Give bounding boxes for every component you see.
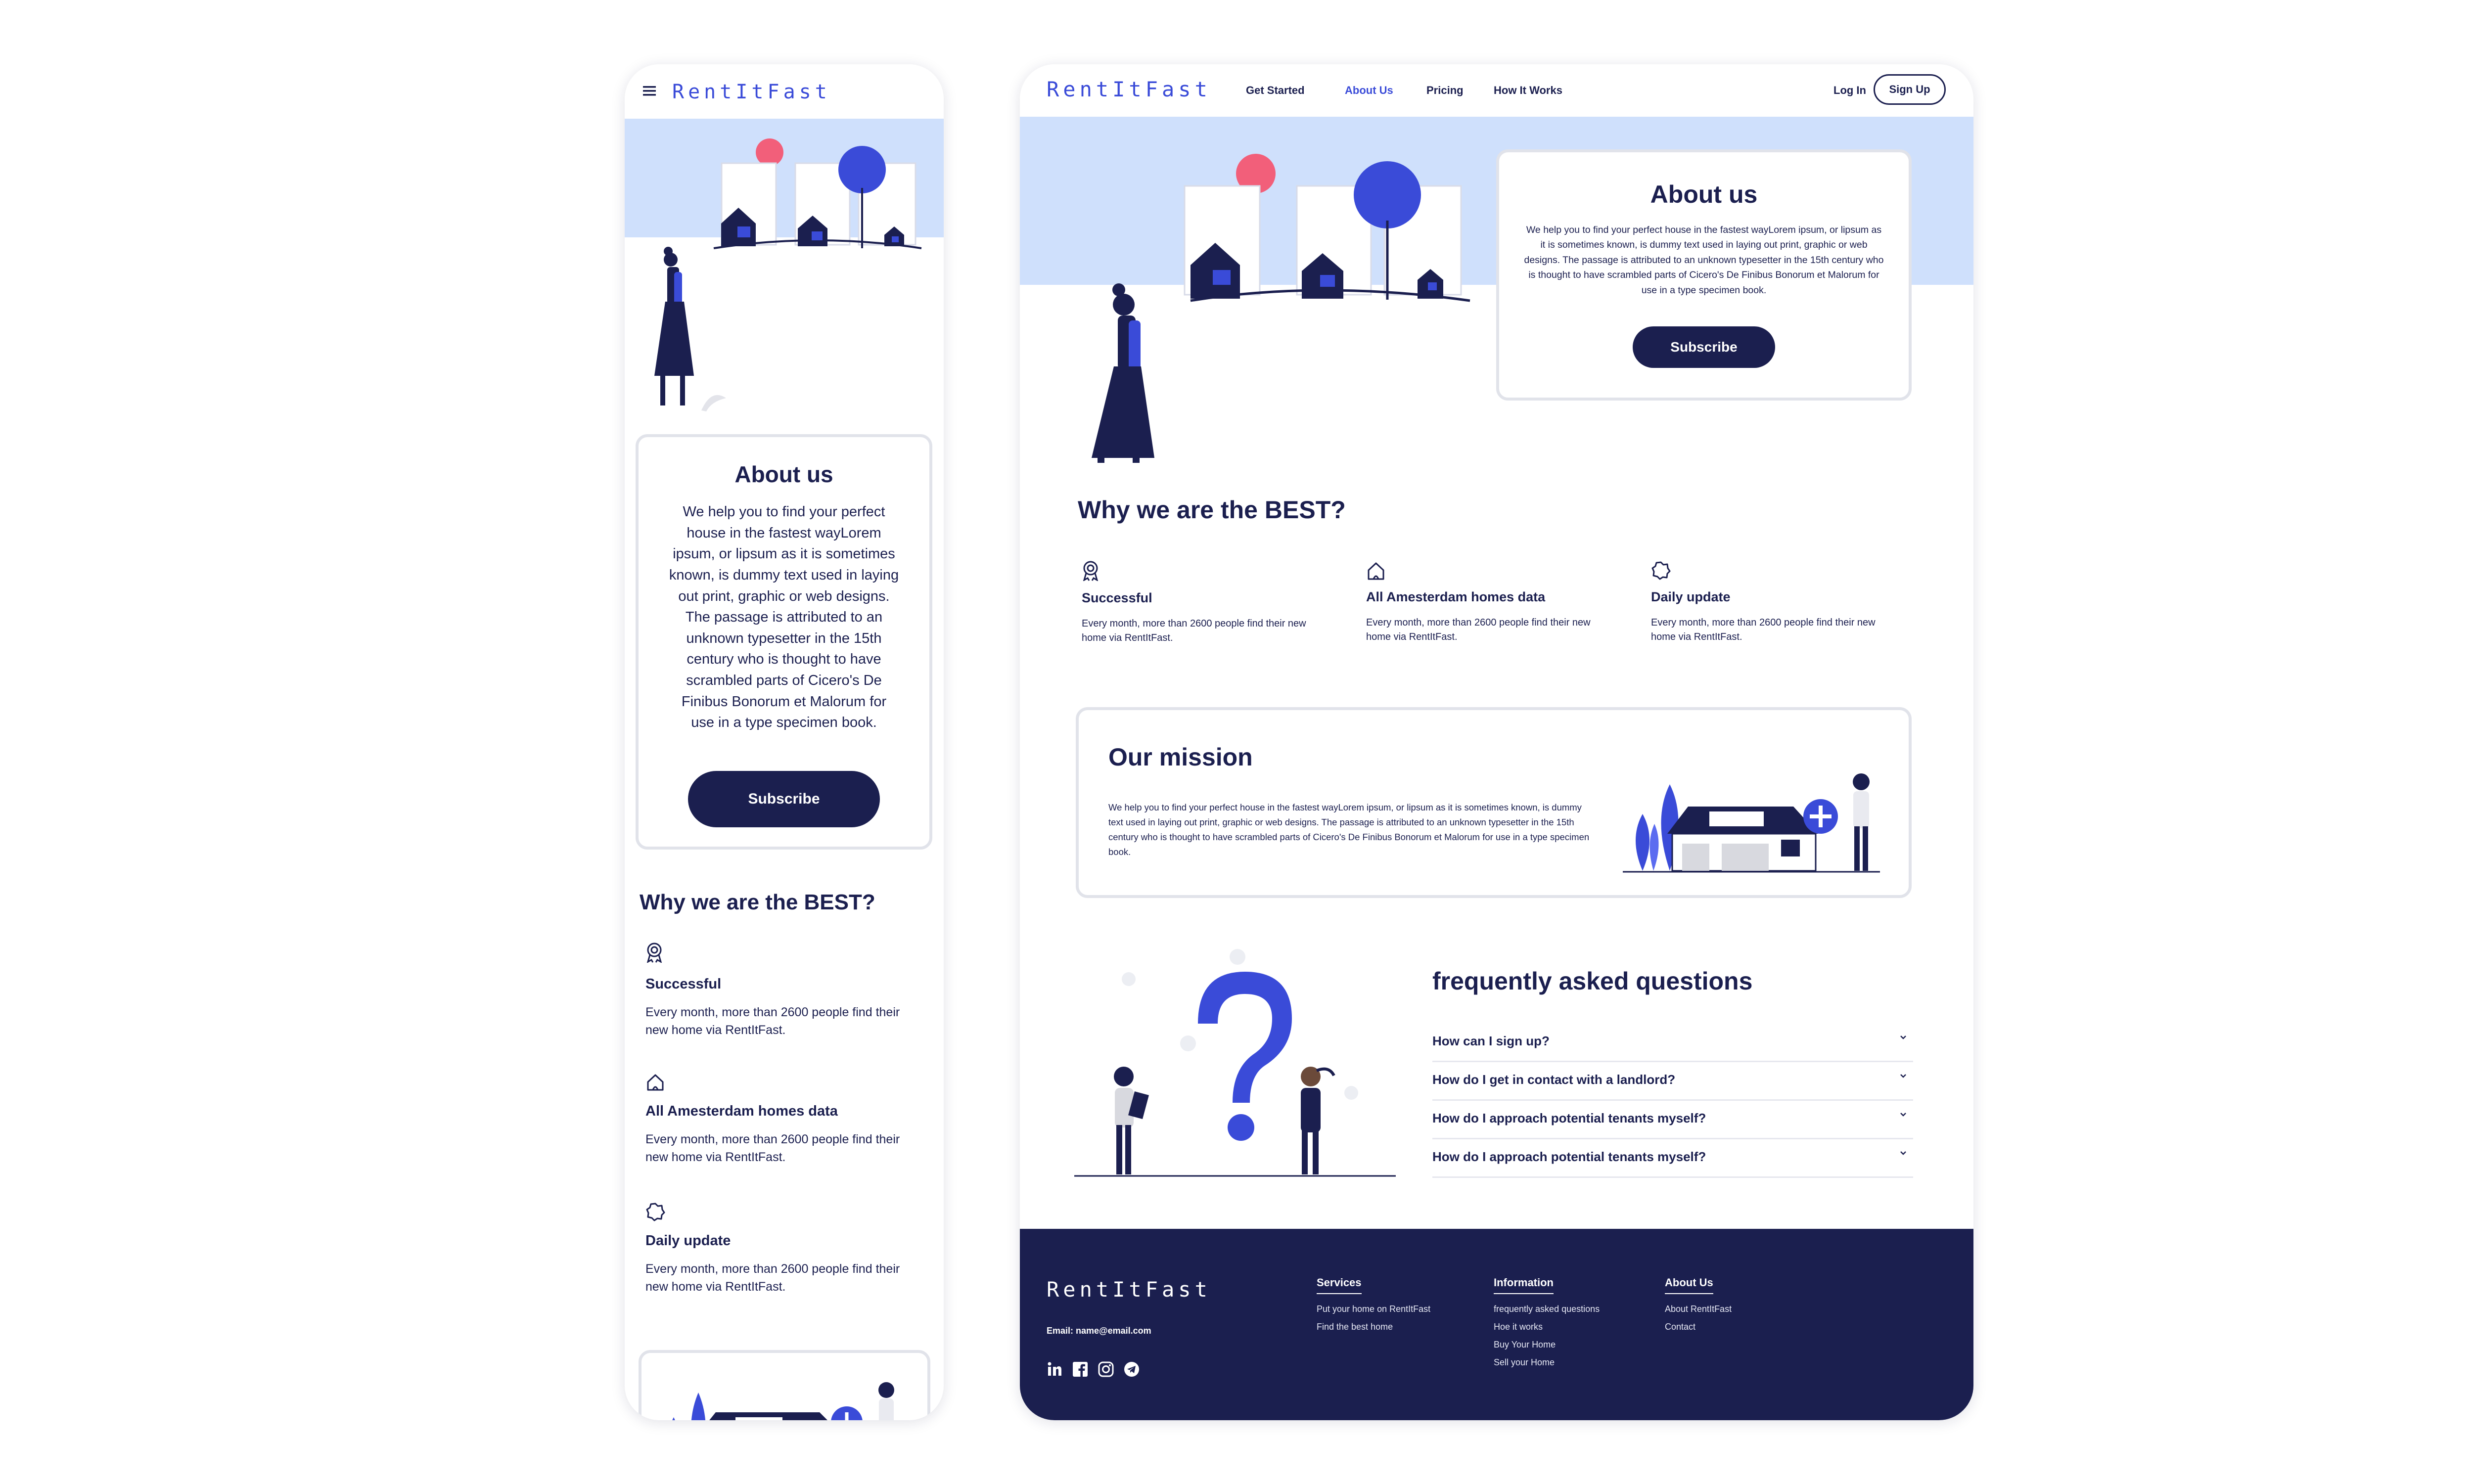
footer-email: Email: name@email.com — [1047, 1326, 1151, 1336]
nav-pricing[interactable]: Pricing — [1426, 84, 1464, 97]
badge-icon — [1651, 561, 1671, 580]
desktop-feature-title: Daily update — [1651, 589, 1731, 604]
mobile-hero-illustration — [654, 138, 922, 411]
login-link[interactable]: Log In — [1833, 84, 1866, 97]
desktop-feature-title: Successful — [1082, 590, 1152, 605]
faq-item[interactable]: How can I sign up? — [1432, 1024, 1913, 1062]
mission-house-illustration — [672, 1382, 894, 1420]
faq-item[interactable]: How do I get in contact with a landlord? — [1432, 1062, 1913, 1101]
mobile-feature-title: Daily update — [645, 1233, 731, 1249]
mobile-feature-2: All Amesterdam homes data Every month, m… — [645, 1072, 922, 1167]
desktop-mission-title: Our mission — [1108, 743, 1253, 771]
award-icon — [646, 943, 662, 964]
mobile-feature-3: Daily update Every month, more than 2600… — [645, 1202, 922, 1296]
desktop-feature-desc: Every month, more than 2600 people find … — [1651, 617, 1876, 642]
desktop-logo[interactable]: RentItFast — [1047, 77, 1211, 101]
facebook-icon[interactable] — [1072, 1361, 1088, 1377]
desktop-feature-2: All Amesterdam homes data Every month, m… — [1366, 560, 1623, 644]
instagram-icon[interactable] — [1098, 1361, 1114, 1377]
footer-link[interactable]: About RentItFast — [1665, 1304, 1732, 1314]
faq-item[interactable]: How do I approach potential tenants myse… — [1432, 1101, 1913, 1139]
footer-link[interactable]: Put your home on RentItFast — [1317, 1304, 1430, 1314]
hamburger-menu-icon[interactable] — [643, 86, 656, 96]
mission-house-illustration — [1623, 773, 1880, 873]
mobile-feature-title: All Amesterdam homes data — [645, 1103, 838, 1119]
mobile-header: RentItFast — [625, 64, 944, 119]
desktop-why-title: Why we are the BEST? — [1078, 496, 1346, 524]
desktop-feature-desc: Every month, more than 2600 people find … — [1366, 617, 1591, 642]
desktop-feature-title: All Amesterdam homes data — [1366, 589, 1546, 604]
nav-about-us[interactable]: About Us — [1345, 84, 1393, 97]
footer: RentItFast Email: name@email.com Service… — [1020, 1229, 1973, 1420]
footer-heading-information: Information — [1494, 1276, 1554, 1294]
chevron-down-icon — [1900, 1113, 1906, 1117]
home-icon — [1368, 562, 1384, 580]
mobile-about-card: About us We help you to find your perfec… — [636, 434, 932, 850]
footer-link[interactable]: Find the best home — [1317, 1322, 1393, 1332]
chevron-down-icon — [1900, 1151, 1906, 1155]
faq-item[interactable]: How do I approach potential tenants myse… — [1432, 1139, 1913, 1178]
chevron-down-icon — [1900, 1074, 1906, 1078]
footer-link[interactable]: Hoe it works — [1494, 1322, 1543, 1332]
mobile-feature-desc: Every month, more than 2600 people find … — [645, 1005, 900, 1037]
footer-heading-services: Services — [1317, 1276, 1362, 1294]
faq-question: How do I approach potential tenants myse… — [1432, 1111, 1706, 1125]
faq-question: How do I approach potential tenants myse… — [1432, 1149, 1706, 1164]
desktop-mission-text: We help you to find your perfect house i… — [1108, 802, 1590, 857]
mobile-about-title: About us — [734, 461, 833, 487]
desktop-frame: RentItFast Get Started About Us Pricing … — [1020, 64, 1973, 1420]
desktop-feature-3: Daily update Every month, more than 2600… — [1651, 560, 1908, 644]
nav-get-started[interactable]: Get Started — [1246, 84, 1305, 97]
signup-button[interactable]: Sign Up — [1874, 74, 1946, 105]
desktop-feature-1: Successful Every month, more than 2600 p… — [1082, 560, 1339, 645]
mobile-feature-1: Successful Every month, more than 2600 p… — [645, 942, 922, 1039]
faq-question: How can I sign up? — [1432, 1034, 1550, 1048]
desktop-hero-illustration — [1092, 154, 1470, 463]
mobile-feature-desc: Every month, more than 2600 people find … — [645, 1132, 900, 1165]
mobile-why-title: Why we are the BEST? — [640, 890, 875, 914]
desktop-about-card: About us We help you to find your perfec… — [1496, 149, 1912, 401]
telegram-icon[interactable] — [1124, 1361, 1140, 1377]
footer-link[interactable]: Contact — [1665, 1322, 1695, 1332]
badge-icon — [646, 1203, 665, 1221]
desktop-about-title: About us — [1650, 180, 1758, 208]
home-icon — [647, 1074, 664, 1091]
chevron-down-icon — [1900, 1035, 1906, 1039]
faq-title: frequently asked questions — [1432, 967, 1753, 995]
linkedin-icon[interactable] — [1047, 1361, 1062, 1377]
desktop-feature-desc: Every month, more than 2600 people find … — [1082, 618, 1306, 643]
footer-heading-about: About Us — [1665, 1276, 1713, 1294]
mobile-about-text: We help you to find your perfect house i… — [669, 504, 899, 731]
footer-link[interactable]: frequently asked questions — [1494, 1304, 1600, 1314]
footer-link[interactable]: Sell your Home — [1494, 1357, 1555, 1368]
mobile-subscribe-button[interactable]: Subscribe — [688, 771, 880, 827]
mobile-logo[interactable]: RentItFast — [672, 81, 831, 103]
faq-question: How do I get in contact with a landlord? — [1432, 1072, 1676, 1087]
faq-illustration — [1074, 949, 1396, 1177]
footer-link[interactable]: Buy Your Home — [1494, 1340, 1556, 1350]
mobile-feature-desc: Every month, more than 2600 people find … — [645, 1262, 900, 1294]
mobile-frame: RentItFast About us We help you to find … — [625, 64, 944, 1420]
mobile-feature-title: Successful — [645, 976, 722, 992]
nav-how-it-works[interactable]: How It Works — [1494, 84, 1562, 97]
footer-logo[interactable]: RentItFast — [1047, 1277, 1211, 1302]
desktop-about-text: We help you to find your perfect house i… — [1524, 225, 1884, 296]
desktop-mission-card: Our mission We help you to find your per… — [1076, 707, 1912, 898]
award-icon — [1083, 561, 1099, 582]
desktop-subscribe-button[interactable]: Subscribe — [1633, 326, 1775, 368]
mobile-mission-card — [639, 1350, 930, 1420]
